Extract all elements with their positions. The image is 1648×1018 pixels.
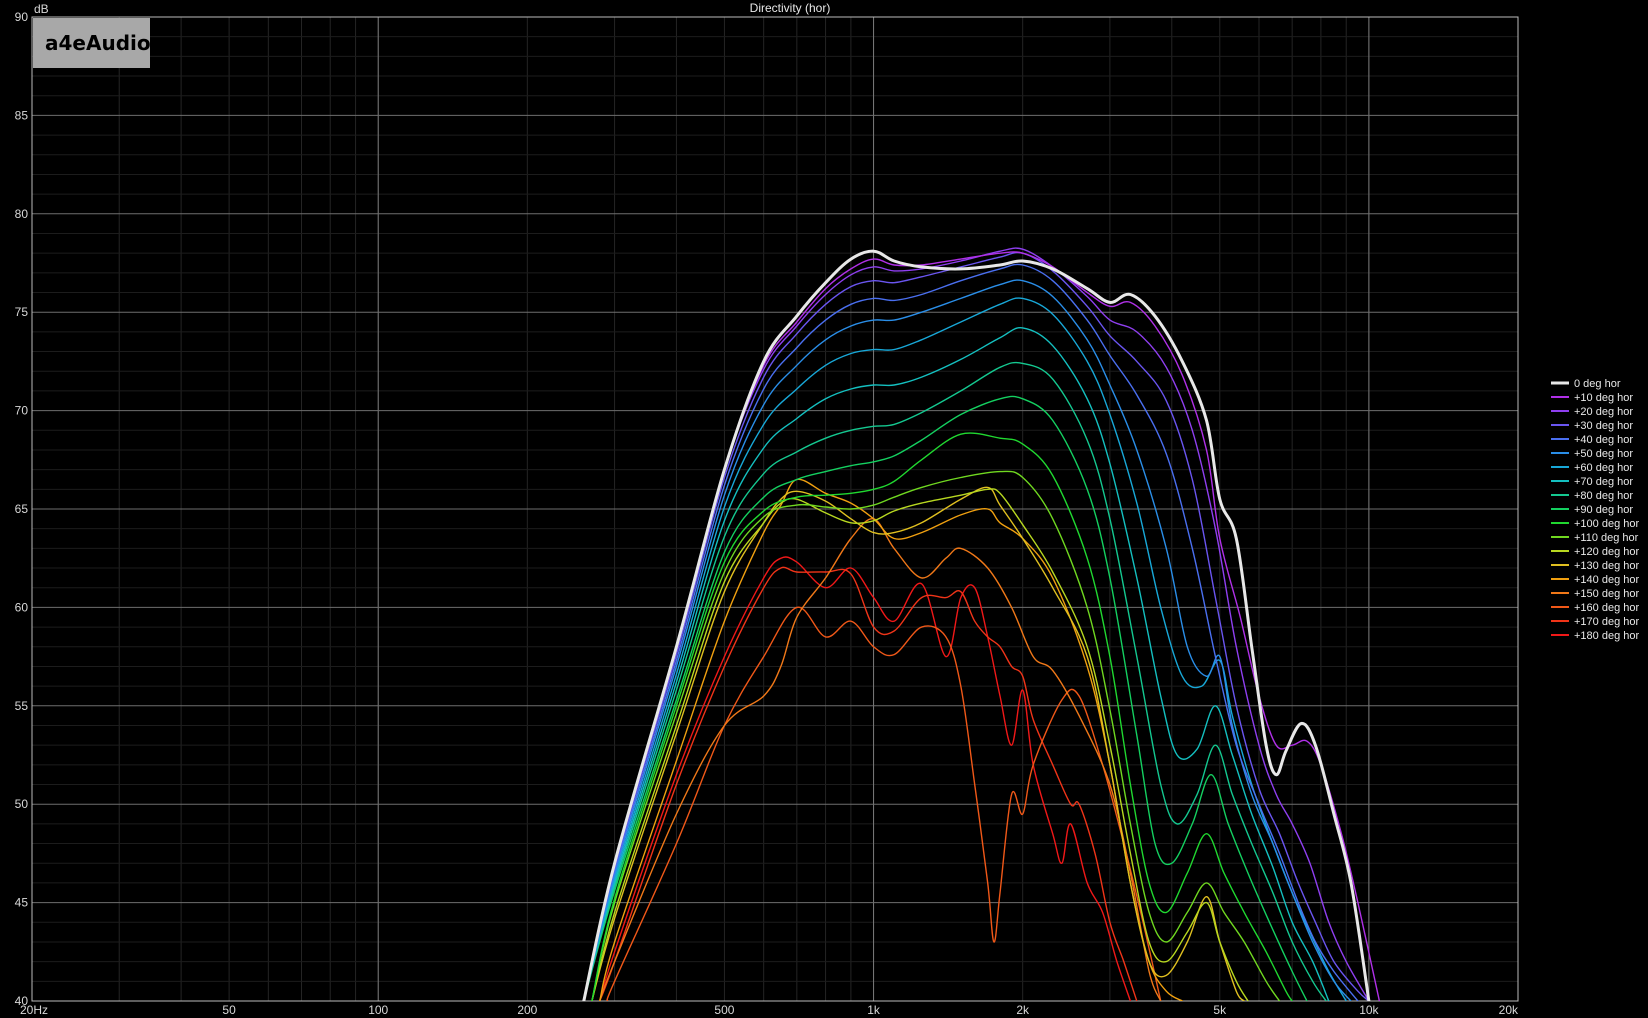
y-tick-label: 85 — [15, 108, 29, 122]
x-tick-label: 10k — [1359, 1003, 1379, 1017]
x-tick-label: 500 — [714, 1003, 734, 1017]
x-tick-label: 50 — [222, 1003, 236, 1017]
legend-label: +10 deg hor — [1574, 392, 1633, 404]
legend-label: +110 deg hor — [1574, 532, 1639, 544]
y-tick-label: 55 — [15, 699, 29, 713]
legend-label: +60 deg hor — [1574, 462, 1633, 474]
x-tick-label: 20Hz — [20, 1003, 48, 1017]
y-tick-label: 90 — [15, 10, 29, 24]
logo-text: a4eAudio — [45, 31, 151, 55]
chart-title: Directivity (hor) — [750, 1, 831, 15]
legend-label: +160 deg hor — [1574, 602, 1639, 614]
legend-label: +120 deg hor — [1574, 546, 1639, 558]
legend-label: +140 deg hor — [1574, 574, 1639, 586]
legend-label: +90 deg hor — [1574, 504, 1633, 516]
x-tick-label: 200 — [517, 1003, 537, 1017]
x-tick-label: 2k — [1016, 1003, 1030, 1017]
y-tick-label: 45 — [15, 896, 29, 910]
y-tick-label: 65 — [15, 502, 29, 516]
y-tick-label: 75 — [15, 305, 29, 319]
legend-label: +70 deg hor — [1574, 476, 1633, 488]
x-tick-label: 100 — [368, 1003, 388, 1017]
legend-label: +50 deg hor — [1574, 448, 1633, 460]
x-tick-label: 5k — [1213, 1003, 1227, 1017]
legend-label: +130 deg hor — [1574, 560, 1639, 572]
legend-label: 0 deg hor — [1574, 378, 1621, 390]
legend-label: +40 deg hor — [1574, 434, 1633, 446]
legend-label: +180 deg hor — [1574, 630, 1639, 642]
y-tick-label: 50 — [15, 797, 29, 811]
legend-label: +150 deg hor — [1574, 588, 1639, 600]
a4eaudio-logo: a4eAudio — [33, 18, 151, 68]
legend-label: +30 deg hor — [1574, 420, 1633, 432]
legend-label: +170 deg hor — [1574, 616, 1639, 628]
legend-label: +20 deg hor — [1574, 406, 1633, 418]
x-tick-label: 20k — [1499, 1003, 1519, 1017]
y-tick-label: 80 — [15, 207, 29, 221]
legend-label: +100 deg hor — [1574, 518, 1639, 530]
x-tick-label: 1k — [867, 1003, 881, 1017]
legend-label: +80 deg hor — [1574, 490, 1633, 502]
directivity-chart: 4045505560657075808590 20Hz 50 100 200 500 1k… — [0, 0, 1648, 1018]
y-tick-label: 60 — [15, 600, 29, 614]
y-axis-label: dB — [34, 2, 49, 16]
y-tick-label: 70 — [15, 404, 29, 418]
